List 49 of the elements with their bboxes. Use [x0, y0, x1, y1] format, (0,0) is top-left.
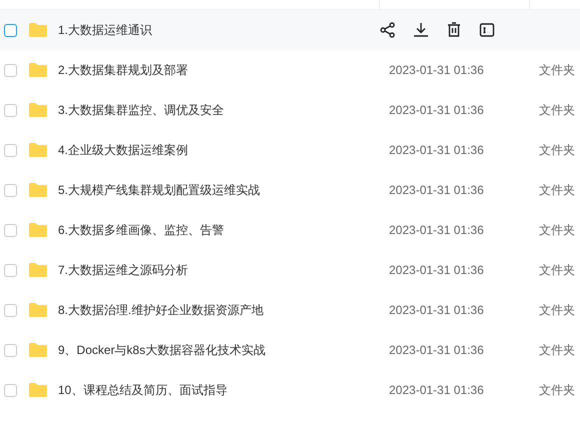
checkbox[interactable] — [4, 24, 17, 36]
file-type: 文件夹 — [539, 302, 575, 319]
folder-icon — [28, 262, 48, 278]
checkbox[interactable] — [4, 64, 17, 76]
folder-icon — [28, 142, 48, 158]
modified-time: 2023-01-31 01:36 — [389, 342, 485, 359]
folder-icon — [28, 102, 48, 118]
checkbox[interactable] — [4, 144, 17, 156]
checkbox[interactable] — [4, 304, 17, 316]
folder-name[interactable]: 8.大数据治理.维护好企业数据资源产地 — [58, 301, 378, 319]
checkbox[interactable] — [4, 384, 17, 396]
modified-time: 2023-01-31 01:36 — [389, 222, 485, 239]
folder-icon — [28, 302, 48, 318]
folder-name[interactable]: 3.大数据集群监控、调优及安全 — [58, 101, 378, 119]
modified-time: 2023-01-31 01:36 — [389, 302, 485, 319]
checkbox[interactable] — [4, 104, 17, 116]
file-type: 文件夹 — [539, 142, 575, 159]
folder-name[interactable]: 7.大数据运维之源码分析 — [58, 261, 378, 279]
folder-name[interactable]: 1.大数据运维通识 — [58, 21, 378, 39]
file-type: 文件夹 — [539, 342, 575, 359]
folder-icon — [28, 382, 48, 398]
file-type: 文件夹 — [539, 222, 575, 239]
file-type: 文件夹 — [539, 182, 575, 199]
folder-name[interactable]: 4.企业级大数据运维案例 — [58, 141, 378, 159]
modified-time: 2023-01-31 01:36 — [389, 182, 485, 199]
modified-time: 2023-01-31 01:36 — [389, 142, 485, 159]
file-type: 文件夹 — [539, 262, 575, 279]
folder-name[interactable]: 10、课程总结及简历、面试指导 — [58, 381, 378, 399]
file-type: 文件夹 — [539, 62, 575, 79]
checkbox[interactable] — [4, 264, 17, 276]
folder-icon — [28, 342, 48, 358]
modified-time: 2023-01-31 01:36 — [389, 262, 485, 279]
checkbox[interactable] — [4, 184, 17, 196]
folder-icon — [28, 182, 48, 198]
file-type: 文件夹 — [539, 102, 575, 119]
folder-name[interactable]: 5.大规模产线集群规划配置级运维实战 — [58, 181, 378, 199]
folder-icon — [28, 22, 48, 38]
file-row[interactable]: 1.大数据运维通识 — [0, 10, 580, 50]
checkbox[interactable] — [4, 224, 17, 236]
folder-name[interactable]: 6.大数据多维画像、监控、告警 — [58, 221, 378, 239]
folder-icon — [28, 222, 48, 238]
modified-time: 2023-01-31 01:36 — [389, 102, 485, 119]
modified-time: 2023-01-31 01:36 — [389, 62, 485, 79]
checkbox[interactable] — [4, 344, 17, 356]
file-type: 文件夹 — [539, 382, 575, 399]
folder-name[interactable]: 9、Docker与k8s大数据容器化技术实战 — [58, 341, 378, 359]
modified-time: 2023-01-31 01:36 — [389, 382, 485, 399]
folder-name[interactable]: 2.大数据集群规划及部署 — [58, 61, 378, 79]
folder-icon — [28, 62, 48, 78]
